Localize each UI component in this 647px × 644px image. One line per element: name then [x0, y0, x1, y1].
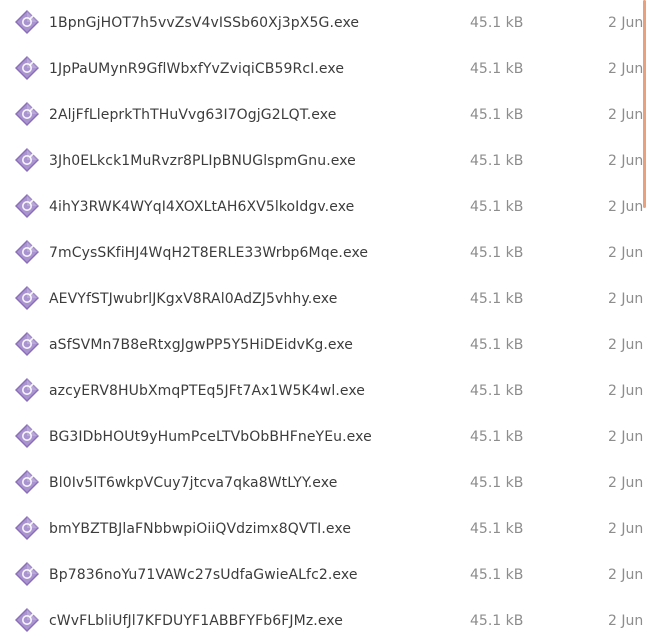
- file-modified: 2 Jun: [608, 521, 644, 537]
- executable-icon: [13, 376, 41, 404]
- file-modified: 2 Jun: [608, 475, 644, 491]
- file-row[interactable]: Bp7836noYu71VAWc27sUdfaGwieALfc2.exe 45.…: [0, 552, 644, 598]
- file-modified: 2 Jun: [608, 567, 644, 583]
- file-name: BG3IDbHOUt9yHumPceLTVbObBHFneYEu.exe: [49, 429, 372, 445]
- executable-icon: [13, 514, 41, 542]
- file-size: 45.1 kB: [470, 245, 524, 261]
- executable-icon: [13, 468, 41, 496]
- file-size: 45.1 kB: [470, 429, 524, 445]
- file-modified: 2 Jun: [608, 291, 644, 307]
- file-name: 4ihY3RWK4WYqI4XOXLtAH6XV5lkoIdgv.exe: [49, 199, 355, 215]
- file-name: 3Jh0ELkck1MuRvzr8PLIpBNUGlspmGnu.exe: [49, 153, 356, 169]
- file-row[interactable]: cWvFLbliUfJl7KFDUYF1ABBFYFb6FJMz.exe 45.…: [0, 598, 644, 644]
- file-row[interactable]: 1BpnGjHOT7h5vvZsV4vISSb60Xj3pX5G.exe 45.…: [0, 0, 644, 46]
- file-size: 45.1 kB: [470, 199, 524, 215]
- file-size: 45.1 kB: [470, 613, 524, 629]
- file-modified: 2 Jun: [608, 383, 644, 399]
- executable-icon: [13, 560, 41, 588]
- vertical-scrollbar[interactable]: [642, 0, 647, 642]
- file-size: 45.1 kB: [470, 15, 524, 31]
- executable-icon: [13, 54, 41, 82]
- file-row[interactable]: Bl0Iv5lT6wkpVCuy7jtcva7qka8WtLYY.exe 45.…: [0, 460, 644, 506]
- file-row[interactable]: 1JpPaUMynR9GflWbxfYvZviqiCB59RcI.exe 45.…: [0, 46, 644, 92]
- executable-icon: [13, 100, 41, 128]
- file-modified: 2 Jun: [608, 107, 644, 123]
- executable-icon: [13, 284, 41, 312]
- executable-icon: [13, 422, 41, 450]
- file-modified: 2 Jun: [608, 15, 644, 31]
- file-modified: 2 Jun: [608, 153, 644, 169]
- file-row[interactable]: bmYBZTBJlaFNbbwpiOiiQVdzimx8QVTI.exe 45.…: [0, 506, 644, 552]
- file-size: 45.1 kB: [470, 61, 524, 77]
- file-name: bmYBZTBJlaFNbbwpiOiiQVdzimx8QVTI.exe: [49, 521, 352, 537]
- file-size: 45.1 kB: [470, 521, 524, 537]
- file-row[interactable]: azcyERV8HUbXmqPTEq5JFt7Ax1W5K4wl.exe 45.…: [0, 368, 644, 414]
- scrollbar-thumb[interactable]: [643, 0, 646, 208]
- file-name: 7mCysSKfiHJ4WqH2T8ERLE33Wrbp6Mqe.exe: [49, 245, 369, 261]
- file-size: 45.1 kB: [470, 291, 524, 307]
- file-modified: 2 Jun: [608, 61, 644, 77]
- executable-icon: [13, 192, 41, 220]
- file-name: 1JpPaUMynR9GflWbxfYvZviqiCB59RcI.exe: [49, 61, 345, 77]
- file-name: Bl0Iv5lT6wkpVCuy7jtcva7qka8WtLYY.exe: [49, 475, 338, 491]
- file-size: 45.1 kB: [470, 567, 524, 583]
- file-name: AEVYfSTJwubrlJKgxV8RAl0AdZJ5vhhy.exe: [49, 291, 338, 307]
- file-modified: 2 Jun: [608, 337, 644, 353]
- file-name: azcyERV8HUbXmqPTEq5JFt7Ax1W5K4wl.exe: [49, 383, 366, 399]
- executable-icon: [13, 330, 41, 358]
- file-name: cWvFLbliUfJl7KFDUYF1ABBFYFb6FJMz.exe: [49, 613, 343, 629]
- file-row[interactable]: 3Jh0ELkck1MuRvzr8PLIpBNUGlspmGnu.exe 45.…: [0, 138, 644, 184]
- file-list: 1BpnGjHOT7h5vvZsV4vISSb60Xj3pX5G.exe 45.…: [0, 0, 647, 642]
- file-size: 45.1 kB: [470, 475, 524, 491]
- file-row[interactable]: 7mCysSKfiHJ4WqH2T8ERLE33Wrbp6Mqe.exe 45.…: [0, 230, 644, 276]
- file-row[interactable]: 4ihY3RWK4WYqI4XOXLtAH6XV5lkoIdgv.exe 45.…: [0, 184, 644, 230]
- file-name: 2AljFfLleprkThTHuVvg63I7OgjG2LQT.exe: [49, 107, 337, 123]
- file-row[interactable]: 2AljFfLleprkThTHuVvg63I7OgjG2LQT.exe 45.…: [0, 92, 644, 138]
- executable-icon: [13, 146, 41, 174]
- file-name: aSfSVMn7B8eRtxgJgwPP5Y5HiDEidvKg.exe: [49, 337, 354, 353]
- file-name: 1BpnGjHOT7h5vvZsV4vISSb60Xj3pX5G.exe: [49, 15, 360, 31]
- executable-icon: [13, 238, 41, 266]
- file-name: Bp7836noYu71VAWc27sUdfaGwieALfc2.exe: [49, 567, 358, 583]
- file-modified: 2 Jun: [608, 613, 644, 629]
- file-modified: 2 Jun: [608, 429, 644, 445]
- file-size: 45.1 kB: [470, 153, 524, 169]
- file-row[interactable]: aSfSVMn7B8eRtxgJgwPP5Y5HiDEidvKg.exe 45.…: [0, 322, 644, 368]
- file-size: 45.1 kB: [470, 107, 524, 123]
- file-modified: 2 Jun: [608, 199, 644, 215]
- executable-icon: [13, 8, 41, 36]
- file-size: 45.1 kB: [470, 337, 524, 353]
- file-size: 45.1 kB: [470, 383, 524, 399]
- file-row[interactable]: BG3IDbHOUt9yHumPceLTVbObBHFneYEu.exe 45.…: [0, 414, 644, 460]
- file-row[interactable]: AEVYfSTJwubrlJKgxV8RAl0AdZJ5vhhy.exe 45.…: [0, 276, 644, 322]
- executable-icon: [13, 606, 41, 634]
- file-modified: 2 Jun: [608, 245, 644, 261]
